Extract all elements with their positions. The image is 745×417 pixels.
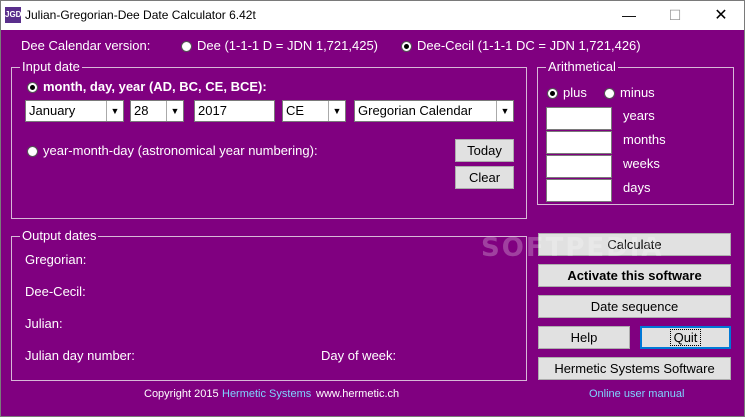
- dee-cecil-radio-label[interactable]: Dee-Cecil (1-1-1 DC = JDN 1,721,426): [417, 38, 641, 53]
- user-manual-link[interactable]: Online user manual: [589, 388, 684, 400]
- maximize-button[interactable]: ☐: [652, 1, 698, 30]
- date-sequence-button[interactable]: Date sequence: [538, 295, 731, 318]
- input-date-group-label: Input date: [20, 59, 82, 75]
- days-label: days: [623, 180, 651, 195]
- day-value: 28: [134, 103, 149, 118]
- softpedia-watermark: SOFTPEDIA: [481, 233, 664, 263]
- minus-radio[interactable]: [604, 88, 615, 99]
- close-button[interactable]: ✕: [698, 1, 744, 30]
- ymd-mode-label[interactable]: year-month-day (astronomical year number…: [43, 143, 318, 158]
- mdy-mode-label[interactable]: month, day, year (AD, BC, CE, BCE):: [43, 79, 267, 94]
- mdy-mode-radio[interactable]: [27, 82, 38, 93]
- dee-version-label: Dee Calendar version:: [21, 38, 151, 53]
- website-text: www.hermetic.ch: [316, 388, 400, 400]
- dee-cecil-radio[interactable]: [401, 41, 412, 52]
- company-link[interactable]: Hermetic Systems: [222, 388, 311, 400]
- chevron-down-icon: ▼: [496, 101, 513, 121]
- chevron-down-icon: ▼: [328, 101, 345, 121]
- chevron-down-icon: ▼: [106, 101, 123, 121]
- dee-radio[interactable]: [181, 41, 192, 52]
- dee-radio-label[interactable]: Dee (1-1-1 D = JDN 1,721,425): [197, 38, 378, 53]
- clear-button[interactable]: Clear: [455, 166, 514, 189]
- julian-output-label: Julian:: [25, 316, 63, 331]
- day-of-week-label: Day of week:: [321, 348, 397, 363]
- gregorian-output-label: Gregorian:: [25, 252, 87, 267]
- calendar-value: Gregorian Calendar: [358, 103, 473, 118]
- minimize-button[interactable]: —: [606, 1, 652, 30]
- hermetic-software-button[interactable]: Hermetic Systems Software: [538, 357, 731, 380]
- weeks-label: weeks: [623, 156, 660, 171]
- app-window: JGD Julian-Gregorian-Dee Date Calculator…: [0, 0, 745, 417]
- plus-radio[interactable]: [547, 88, 558, 99]
- quit-button[interactable]: Quit: [640, 326, 731, 349]
- window-title: Julian-Gregorian-Dee Date Calculator 6.4…: [25, 8, 256, 22]
- copyright-text: Copyright 2015: [144, 388, 219, 400]
- years-label: years: [623, 108, 655, 123]
- jdn-output-label: Julian day number:: [25, 348, 135, 363]
- dee-cecil-output-label: Dee-Cecil:: [25, 284, 86, 299]
- title-bar: JGD Julian-Gregorian-Dee Date Calculator…: [1, 1, 744, 30]
- day-select[interactable]: 28 ▼: [130, 100, 184, 122]
- months-input[interactable]: [546, 131, 612, 154]
- calendar-select[interactable]: Gregorian Calendar ▼: [354, 100, 514, 122]
- months-label: months: [623, 132, 666, 147]
- weeks-input[interactable]: [546, 155, 612, 178]
- days-input[interactable]: [546, 179, 612, 202]
- era-value: CE: [286, 103, 305, 118]
- minus-label[interactable]: minus: [620, 85, 655, 100]
- plus-label[interactable]: plus: [563, 85, 587, 100]
- app-icon: JGD: [5, 7, 21, 23]
- years-input[interactable]: [546, 107, 612, 130]
- month-select[interactable]: January ▼: [25, 100, 124, 122]
- era-select[interactable]: CE ▼: [282, 100, 346, 122]
- month-value: January: [29, 103, 76, 118]
- arithmetical-group-label: Arithmetical: [546, 59, 618, 75]
- year-input[interactable]: 2017: [194, 100, 275, 122]
- activate-button[interactable]: Activate this software: [538, 264, 731, 287]
- output-dates-group-label: Output dates: [20, 228, 99, 244]
- today-button[interactable]: Today: [455, 139, 514, 162]
- ymd-mode-radio[interactable]: [27, 146, 38, 157]
- quit-button-label: Quit: [669, 329, 702, 346]
- chevron-down-icon: ▼: [166, 101, 183, 121]
- help-button[interactable]: Help: [538, 326, 630, 349]
